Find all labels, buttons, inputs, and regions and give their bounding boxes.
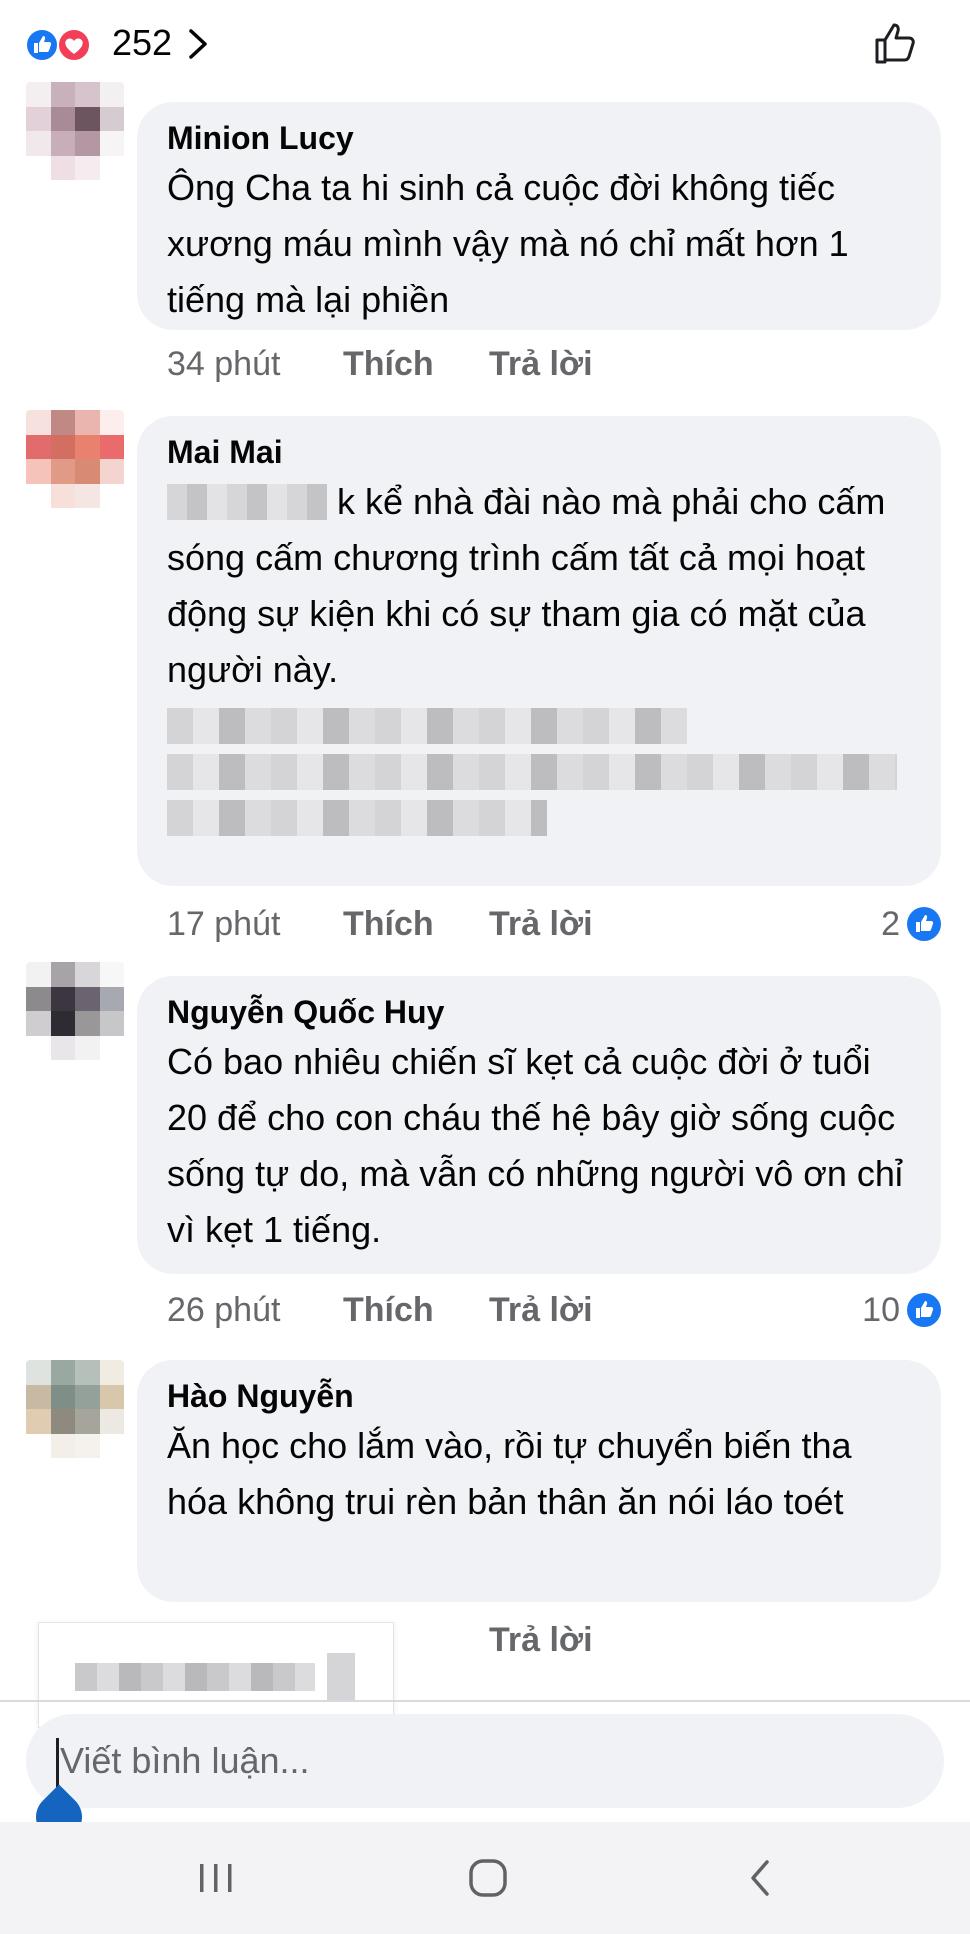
- avatar[interactable]: [26, 82, 124, 180]
- like-icon: [907, 907, 941, 941]
- reactions-header: 252: [0, 0, 970, 90]
- reply-link[interactable]: Trả lời: [489, 1618, 593, 1662]
- comment-author[interactable]: Hào Nguyễn: [167, 1374, 911, 1418]
- comment-author[interactable]: Minion Lucy: [167, 116, 911, 160]
- comment-bubble[interactable]: Mai Mai k kể nhà đài nào mà phải cho cấm…: [137, 416, 941, 886]
- home-icon: [469, 1859, 507, 1897]
- love-icon: [57, 28, 91, 62]
- avatar[interactable]: [26, 962, 124, 1060]
- comment-text: Ăn học cho lắm vào, rồi tự chuyển biến t…: [167, 1425, 852, 1522]
- like-link[interactable]: Thích: [343, 342, 489, 386]
- redacted-text: [167, 800, 547, 836]
- system-nav-bar: [0, 1822, 970, 1934]
- like-link[interactable]: Thích: [343, 1288, 489, 1332]
- chevron-right-icon[interactable]: [186, 26, 210, 62]
- comment-bubble[interactable]: Nguyễn Quốc Huy Có bao nhiêu chiến sĩ kẹ…: [137, 976, 941, 1274]
- reaction-count[interactable]: 252: [112, 22, 172, 64]
- redacted-text: [167, 754, 897, 790]
- redacted-text: [75, 1663, 315, 1691]
- reply-link[interactable]: Trả lời: [489, 1288, 593, 1332]
- redacted-text: [167, 708, 687, 744]
- comment-time[interactable]: 17 phút: [167, 902, 343, 946]
- comment-author[interactable]: Mai Mai: [167, 430, 911, 474]
- comment-reaction[interactable]: 10: [862, 1288, 942, 1332]
- home-button[interactable]: [458, 1848, 518, 1908]
- reply-link[interactable]: Trả lời: [489, 902, 593, 946]
- comment-text: Ông Cha ta hi sinh cả cuộc đời không tiế…: [167, 167, 849, 320]
- comment-actions: 26 phút Thích Trả lời: [167, 1288, 593, 1332]
- reaction-count: 2: [881, 904, 900, 943]
- comment-text-container: k kể nhà đài nào mà phải cho cấm sóng cấ…: [167, 474, 911, 836]
- reply-link[interactable]: Trả lời: [489, 342, 593, 386]
- back-icon: [751, 1860, 769, 1896]
- like-icon: [25, 28, 59, 62]
- comment-bubble[interactable]: Minion Lucy Ông Cha ta hi sinh cả cuộc đ…: [137, 102, 941, 330]
- like-link[interactable]: Thích: [343, 902, 489, 946]
- redacted-mention: [167, 484, 327, 520]
- comment-composer[interactable]: [26, 1714, 944, 1808]
- comment-actions: 17 phút Thích Trả lời: [167, 902, 593, 946]
- comment-input[interactable]: [60, 1714, 900, 1808]
- comment-text: Có bao nhiêu chiến sĩ kẹt cả cuộc đời ở …: [167, 1041, 903, 1250]
- reaction-icons[interactable]: [24, 27, 100, 63]
- comment-author[interactable]: Nguyễn Quốc Huy: [167, 990, 911, 1034]
- recent-apps-button[interactable]: [186, 1848, 246, 1908]
- avatar[interactable]: [26, 1360, 124, 1458]
- recent-apps-icon: [200, 1864, 232, 1892]
- reaction-count: 10: [862, 1290, 900, 1329]
- avatar[interactable]: [26, 410, 124, 508]
- comment-reaction[interactable]: 2: [881, 902, 942, 946]
- like-icon: [907, 1293, 941, 1327]
- comment-bubble[interactable]: Hào Nguyễn Ăn học cho lắm vào, rồi tự ch…: [137, 1360, 941, 1602]
- back-button[interactable]: [730, 1848, 790, 1908]
- divider: [0, 1700, 970, 1702]
- comment-actions: 34 phút Thích Trả lời: [167, 342, 593, 386]
- redacted-popup: [38, 1622, 394, 1728]
- comment-time[interactable]: 34 phút: [167, 342, 343, 386]
- comment-time[interactable]: 26 phút: [167, 1288, 343, 1332]
- like-outline-icon[interactable]: [872, 18, 922, 68]
- redacted-text: [327, 1653, 355, 1701]
